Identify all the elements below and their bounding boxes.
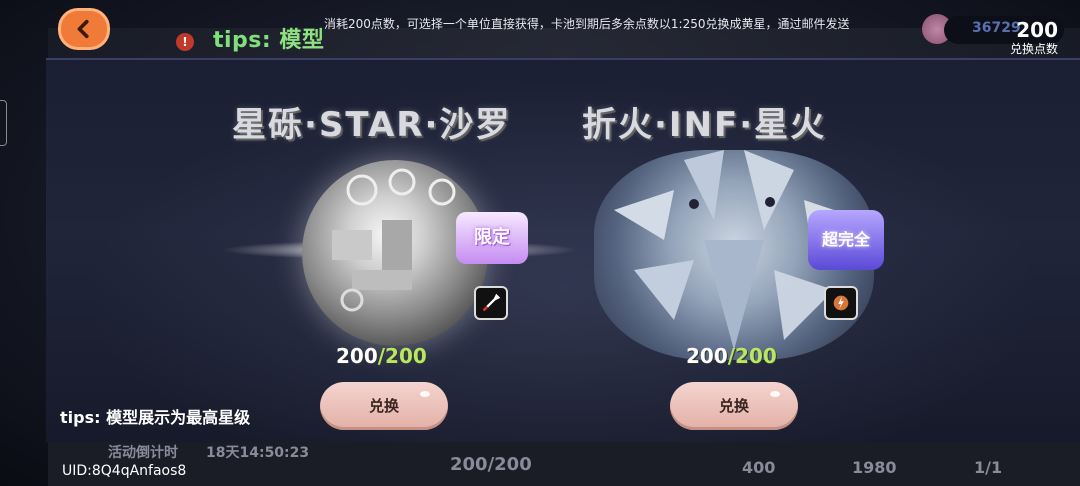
tips-topic: 模型 — [279, 28, 325, 53]
card-title-star: 星砾·STAR·沙罗 — [232, 105, 512, 145]
progress-inf: 200/200 — [686, 344, 777, 368]
countdown-value: 18天14:50:23 — [206, 445, 310, 461]
card-title-inf: 折火·INF·星火 — [582, 105, 827, 145]
background-stat-1: 400 — [742, 458, 776, 477]
background-stat-3: 1/1 — [974, 458, 1003, 477]
tips-description: 消耗200点数，可选择一个单位直接获得，卡池到期后多余点数以1:250兑换成黄星… — [324, 17, 850, 31]
exchange-button-inf[interactable]: 兑换 — [670, 382, 798, 430]
side-handle[interactable] — [0, 100, 7, 146]
model-display-tip: tips: 模型展示为最高星级 — [60, 408, 251, 427]
lightning-icon — [824, 286, 858, 320]
limited-badge: 限定 — [456, 212, 528, 264]
tips-header: tips: 模型 — [213, 22, 324, 54]
tips-label: tips: — [213, 28, 272, 53]
background-footer-strip: 活动倒计时 18天14:50:23 200/200 400 1980 1/1 — [48, 440, 1080, 486]
points-label: 兑换点数 — [1009, 42, 1058, 56]
countdown-label: 活动倒计时 — [108, 445, 178, 461]
points-background-value: 36729 — [972, 20, 1021, 36]
user-id: UID:8Q4qAnfaos8 — [62, 463, 187, 479]
background-progress: 200/200 — [450, 454, 532, 475]
chevron-left-icon — [77, 19, 89, 39]
sword-icon — [474, 286, 508, 320]
progress-star: 200/200 — [336, 344, 427, 368]
exchange-button-star[interactable]: 兑换 — [320, 382, 448, 430]
background-stat-2: 1980 — [852, 458, 897, 477]
super-complete-badge: 超完全 — [808, 210, 884, 270]
game-screen: 活动倒计时 18天14:50:23 200/200 400 1980 1/1 !… — [0, 0, 1080, 486]
alert-icon: ! — [176, 33, 194, 51]
back-button[interactable] — [58, 8, 110, 50]
points-value: 200 — [1016, 18, 1058, 42]
